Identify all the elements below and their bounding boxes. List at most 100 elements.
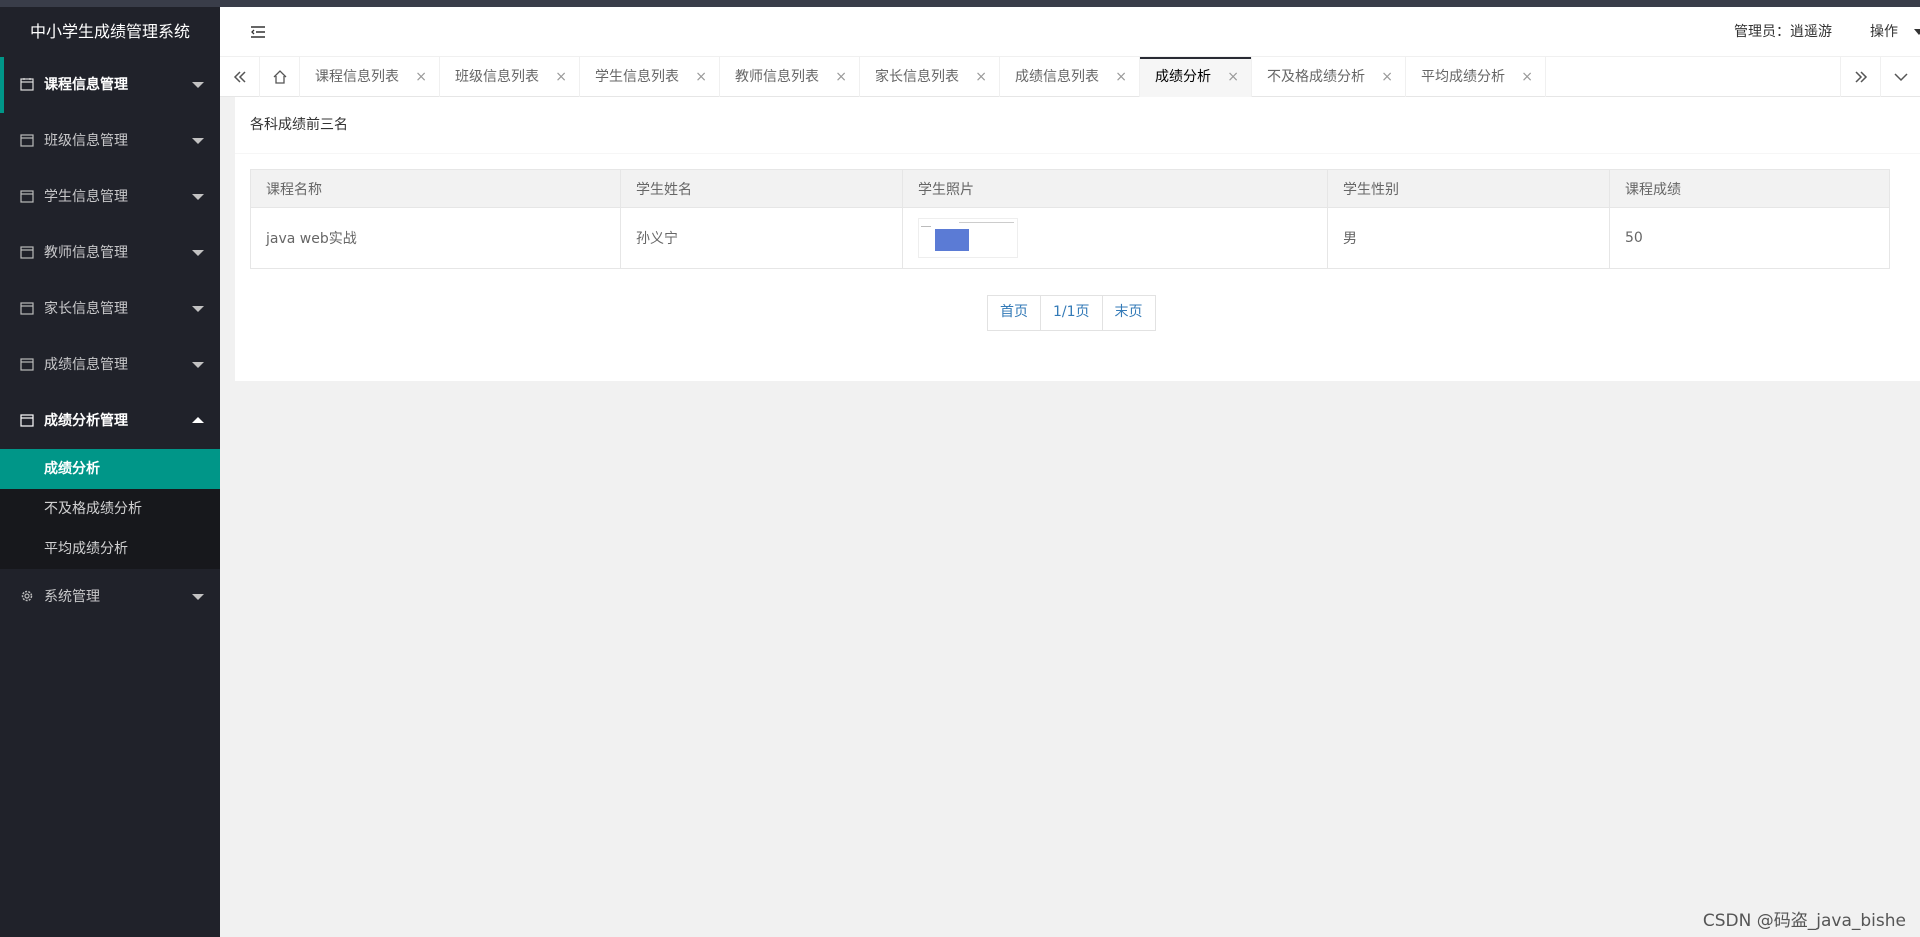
calendar-icon xyxy=(20,358,34,371)
home-tab[interactable] xyxy=(260,57,300,97)
sidebar-item-system[interactable]: 系统管理 xyxy=(0,569,220,625)
tab-teacher-list[interactable]: 教师信息列表 × xyxy=(720,57,860,97)
menu-toggle-icon[interactable] xyxy=(250,24,266,40)
close-icon[interactable]: × xyxy=(1521,57,1533,97)
tabs-scroll-left-button[interactable] xyxy=(220,57,260,97)
analysis-subnav: 成绩分析 不及格成绩分析 平均成绩分析 xyxy=(0,449,220,569)
sidebar-item-label: 成绩分析管理 xyxy=(44,413,128,429)
admin-label: 管理员：逍遥游 xyxy=(1734,24,1832,40)
chevron-down-icon xyxy=(192,250,204,256)
tab-score-analysis[interactable]: 成绩分析 × xyxy=(1140,57,1252,97)
subnav-item-fail-analysis[interactable]: 不及格成绩分析 xyxy=(0,489,220,529)
chevron-down-icon xyxy=(192,82,204,88)
sidebar-item-label: 班级信息管理 xyxy=(44,133,128,149)
tab-label: 课程信息列表 xyxy=(315,69,399,85)
sidebar-item-label: 学生信息管理 xyxy=(44,189,128,205)
close-icon[interactable]: × xyxy=(1227,57,1239,97)
chevron-down-icon xyxy=(1914,29,1920,35)
calendar-icon xyxy=(20,414,34,427)
operations-label: 操作 xyxy=(1870,24,1898,40)
thumb-block xyxy=(935,229,969,251)
tab-label: 学生信息列表 xyxy=(595,69,679,85)
chevron-down-icon xyxy=(192,594,204,600)
page-indicator: 1/1页 xyxy=(1041,296,1103,330)
chevron-down-icon xyxy=(1893,73,1908,82)
sidebar-item-course[interactable]: 课程信息管理 xyxy=(0,57,220,113)
table-wrapper: 课程名称 学生姓名 学生照片 学生性别 课程成绩 java web实战 孙义宁 xyxy=(250,169,1890,269)
close-icon[interactable]: × xyxy=(975,57,987,97)
sidebar-item-class[interactable]: 班级信息管理 xyxy=(0,113,220,169)
chevron-down-icon xyxy=(192,362,204,368)
close-icon[interactable]: × xyxy=(555,57,567,97)
last-page-button[interactable]: 末页 xyxy=(1102,296,1155,330)
close-icon[interactable]: × xyxy=(835,57,847,97)
cell-score: 50 xyxy=(1609,207,1890,269)
calendar-icon xyxy=(20,246,34,259)
table-row: java web实战 孙义宁 男 50 xyxy=(250,207,1890,269)
tab-label: 班级信息列表 xyxy=(455,69,539,85)
home-icon xyxy=(273,70,286,84)
tab-bar: 课程信息列表 × 班级信息列表 × 学生信息列表 × 教师信息列表 × 家长信息列表 × … xyxy=(220,57,1920,97)
tab-label: 家长信息列表 xyxy=(875,69,959,85)
tab-parent-list[interactable]: 家长信息列表 × xyxy=(860,57,1000,97)
double-chevron-left-icon xyxy=(233,71,246,83)
calendar-icon xyxy=(20,190,34,203)
close-icon[interactable]: × xyxy=(415,57,427,97)
subnav-item-average-analysis[interactable]: 平均成绩分析 xyxy=(0,529,220,569)
chevron-down-icon xyxy=(192,194,204,200)
sidebar: 中小学生成绩管理系统 课程信息管理 班级信息管理 学生信息管理 教师信息管理 家… xyxy=(0,7,220,937)
top-scores-table: 课程名称 学生姓名 学生照片 学生性别 课程成绩 java web实战 孙义宁 xyxy=(250,169,1890,269)
sidebar-item-score[interactable]: 成绩信息管理 xyxy=(0,337,220,393)
subnav-item-score-analysis[interactable]: 成绩分析 xyxy=(0,449,220,489)
app-title: 中小学生成绩管理系统 xyxy=(0,7,220,57)
tabs-scroll-right-button[interactable] xyxy=(1840,57,1880,97)
main-card: 各科成绩前三名 课程名称 学生姓名 学生照片 学生性别 课程成绩 java we… xyxy=(235,97,1920,381)
operations-menu[interactable]: 操作 xyxy=(1870,7,1920,57)
column-header: 学生姓名 xyxy=(620,169,903,208)
pagination: 首页 1/1页 末页 xyxy=(987,295,1156,331)
tab-score-list[interactable]: 成绩信息列表 × xyxy=(1000,57,1140,97)
table-header-row: 课程名称 学生姓名 学生照片 学生性别 课程成绩 xyxy=(250,169,1890,208)
tab-course-list[interactable]: 课程信息列表 × xyxy=(300,57,440,97)
sidebar-item-label: 课程信息管理 xyxy=(44,77,128,93)
sidebar-item-student[interactable]: 学生信息管理 xyxy=(0,169,220,225)
tab-label: 成绩分析 xyxy=(1155,69,1211,85)
tab-class-list[interactable]: 班级信息列表 × xyxy=(440,57,580,97)
cell-gender: 男 xyxy=(1327,207,1610,269)
calendar-icon xyxy=(20,302,34,315)
sidebar-item-label: 家长信息管理 xyxy=(44,301,128,317)
close-icon[interactable]: × xyxy=(695,57,707,97)
column-header: 课程成绩 xyxy=(1609,169,1890,208)
sidebar-item-label: 系统管理 xyxy=(44,589,100,605)
chevron-down-icon xyxy=(192,306,204,312)
sidebar-item-teacher[interactable]: 教师信息管理 xyxy=(0,225,220,281)
close-icon[interactable]: × xyxy=(1381,57,1393,97)
cell-photo xyxy=(902,207,1328,269)
column-header: 学生性别 xyxy=(1327,169,1610,208)
chevron-down-icon xyxy=(192,138,204,144)
tab-average-analysis[interactable]: 平均成绩分析 × xyxy=(1406,57,1546,97)
thumb-line xyxy=(959,222,1014,223)
tab-label: 教师信息列表 xyxy=(735,69,819,85)
student-photo-thumbnail[interactable] xyxy=(918,218,1018,258)
close-icon[interactable]: × xyxy=(1115,57,1127,97)
tab-label: 成绩信息列表 xyxy=(1015,69,1099,85)
tab-label: 不及格成绩分析 xyxy=(1267,69,1365,85)
column-header: 学生照片 xyxy=(902,169,1328,208)
tab-student-list[interactable]: 学生信息列表 × xyxy=(580,57,720,97)
chevron-up-icon xyxy=(192,417,204,423)
sidebar-item-parent[interactable]: 家长信息管理 xyxy=(0,281,220,337)
top-header: 管理员：逍遥游 操作 xyxy=(220,7,1920,57)
tab-fail-analysis[interactable]: 不及格成绩分析 × xyxy=(1252,57,1406,97)
tabs-dropdown-button[interactable] xyxy=(1880,57,1920,97)
double-chevron-right-icon xyxy=(1854,71,1867,83)
watermark: CSDN @码盗_java_bishe xyxy=(1702,911,1906,931)
calendar-icon xyxy=(20,78,34,91)
cell-course: java web实战 xyxy=(250,207,621,269)
tab-list: 课程信息列表 × 班级信息列表 × 学生信息列表 × 教师信息列表 × 家长信息列表 × … xyxy=(300,57,1546,97)
sidebar-item-analysis[interactable]: 成绩分析管理 xyxy=(0,393,220,449)
sidebar-item-label: 成绩信息管理 xyxy=(44,357,128,373)
gear-icon xyxy=(21,590,33,602)
card-title: 各科成绩前三名 xyxy=(235,97,1920,154)
first-page-button[interactable]: 首页 xyxy=(988,296,1041,330)
